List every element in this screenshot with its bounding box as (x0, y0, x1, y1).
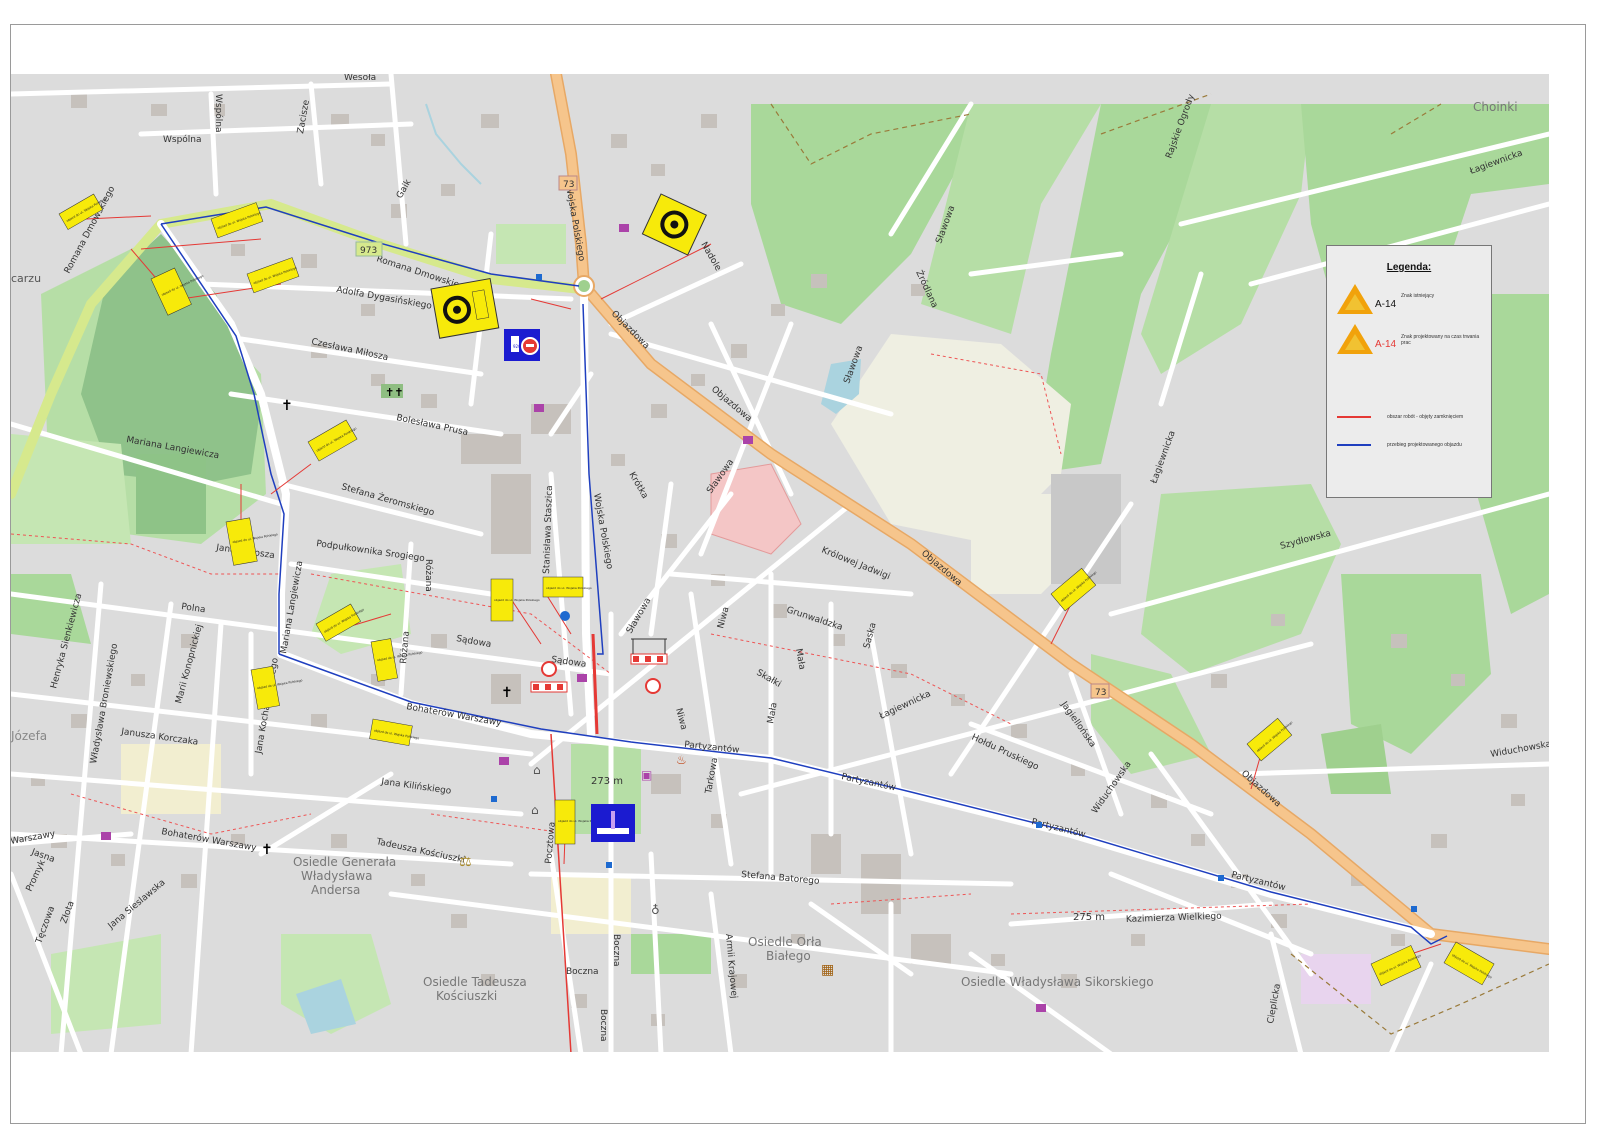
roadworks-sign-icon (1337, 324, 1373, 354)
place-label: Osiedle Tadeusza (423, 975, 527, 989)
place-label: Choinki (1473, 100, 1518, 114)
road-label: Wspólna (163, 134, 202, 145)
svg-text:73: 73 (1095, 688, 1106, 698)
svg-text:920: 920 (513, 344, 521, 349)
blue-info-sign (591, 804, 635, 842)
shop-icon (743, 436, 753, 444)
svg-text:objazd do ul. Wojska Polskiego: objazd do ul. Wojska Polskiego (494, 598, 540, 602)
shop-icon (619, 224, 629, 232)
legend-panel: Legenda: A-14 Znak istniejący A-14 Znak … (1326, 245, 1492, 498)
legend-line-red (1337, 416, 1371, 418)
svg-text:973: 973 (360, 246, 377, 256)
courthouse-icon: ⚖ (459, 854, 472, 870)
shop-icon (1036, 1004, 1046, 1012)
road-label: Wspólna (213, 94, 224, 133)
place-label: Osiedle Władysława Sikorskiego (961, 975, 1154, 989)
place-label: Osiedle Orła (748, 935, 822, 949)
place-label: Osiedle Generała (293, 855, 396, 869)
bus-stop-icon (491, 796, 497, 802)
library-icon: ▦ (821, 962, 834, 978)
fire-station-icon: ♨ (676, 753, 687, 767)
svg-text:objazd do ul. Wojska Polskiego: objazd do ul. Wojska Polskiego (546, 586, 592, 590)
church-icon: ✝ (281, 398, 293, 414)
no-entry-sign-panel: 920 (504, 329, 540, 361)
townhall-icon: ⌂ (531, 803, 539, 817)
shop-icon (101, 832, 111, 840)
legend-desc: Znak istniejący (1401, 293, 1435, 299)
route-shield-73-east: 73 (1090, 683, 1110, 699)
place-label: Kościuszki (436, 989, 497, 1003)
road-label: Wesoła (344, 74, 376, 83)
distance-label: 275 m (1073, 912, 1105, 923)
bus-stop-icon (536, 274, 542, 280)
route-shield-973: 973 (355, 241, 383, 257)
place-label: Andersa (311, 883, 360, 897)
roundabout-sign (430, 278, 500, 339)
legend-code: A-14 (1375, 339, 1397, 350)
legend-desc: obszar robót - objęty zamknięciem (1387, 414, 1464, 420)
place-label: Władysława (301, 869, 373, 883)
svg-text:73: 73 (563, 180, 574, 190)
road-label: Boczna (566, 967, 599, 977)
legend-line-blue (1337, 444, 1371, 446)
distance-label: 273 m (591, 776, 623, 787)
townhall-icon: ⌂ (533, 763, 541, 777)
church-icon: ✝✝ (381, 384, 403, 399)
map[interactable]: Wesoła Wspólna Wspólna Zacisze Gaik Wojs… (11, 74, 1549, 1052)
shop-icon (577, 674, 587, 682)
legend-desc: Znak projektowany na czas trwania prac (1401, 334, 1480, 346)
bus-stop-icon (1036, 822, 1042, 828)
svg-text:✝✝: ✝✝ (385, 386, 403, 399)
legend-code: A-14 (1375, 299, 1397, 310)
shop-icon (499, 757, 509, 765)
bus-stop-icon (1218, 875, 1224, 881)
place-label: Józefa (11, 729, 47, 743)
bus-stop-icon (1411, 906, 1417, 912)
route-shield-73: 73 (558, 175, 578, 191)
shop-icon: ▣ (641, 768, 652, 782)
legend-desc: przebieg projektowanego objazdu (1387, 442, 1462, 448)
road-label: Boczna (611, 934, 621, 967)
tower-icon: ♁ (651, 903, 660, 917)
road-label: Różana (423, 559, 434, 592)
church-icon: ✝ (501, 685, 513, 701)
road-label: Boczna (598, 1009, 608, 1042)
legend-title: Legenda: (1386, 262, 1432, 273)
church-icon: ✝ (261, 842, 273, 858)
shop-icon (534, 404, 544, 412)
bus-stop-icon (606, 862, 612, 868)
place-label: carzu (11, 272, 41, 285)
roadworks-sign-icon (1337, 284, 1373, 314)
place-label: Białego (766, 949, 811, 963)
